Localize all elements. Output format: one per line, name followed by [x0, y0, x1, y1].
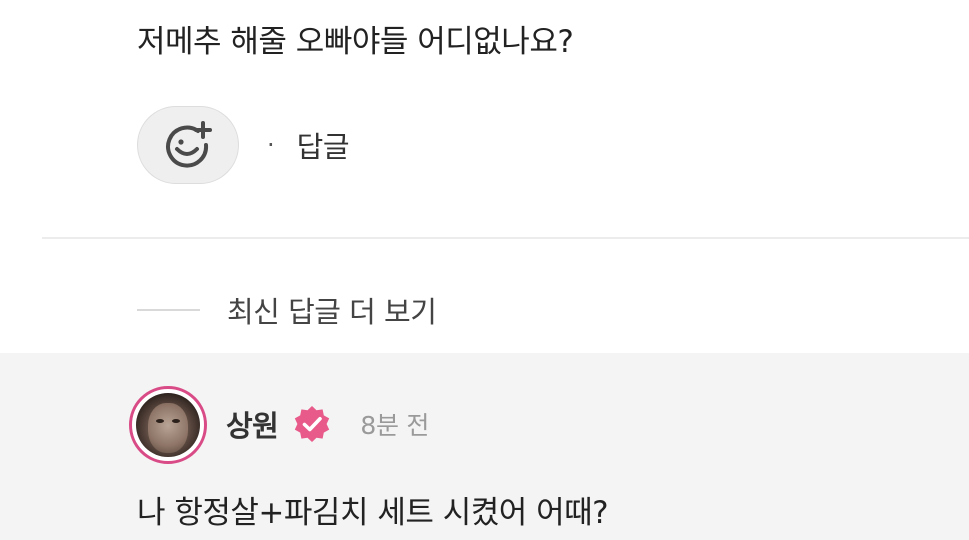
- author-name[interactable]: 상원: [226, 403, 279, 445]
- reply-button[interactable]: 답글: [297, 124, 350, 166]
- more-replies-label: 최신 답글 더 보기: [227, 295, 437, 329]
- add-reaction-button[interactable]: [137, 106, 239, 184]
- reply-text: 나 항정살+파김치 세트 시켰어 어때?: [137, 495, 609, 531]
- separator-dot: ·: [267, 131, 275, 159]
- more-replies-line: [137, 309, 200, 311]
- divider: [42, 237, 969, 239]
- add-emoji-icon: [166, 121, 212, 168]
- verified-badge-icon: [292, 404, 332, 444]
- comment: 저메추 해줄 오빠야들 어디없나요? · 답글: [0, 0, 969, 240]
- reply-header: 상원 8분 전: [226, 403, 429, 445]
- comment-thread: 저메추 해줄 오빠야들 어디없나요? · 답글 최신 답글 더 보기 상원 8분…: [0, 0, 969, 540]
- comment-text: 저메추 해줄 오빠야들 어디없나요?: [137, 24, 574, 60]
- reply: 상원 8분 전 나 항정살+파김치 세트 시켰어 어때?: [0, 353, 969, 540]
- avatar-image: [136, 393, 200, 457]
- avatar[interactable]: [129, 386, 207, 464]
- timestamp: 8분 전: [360, 411, 430, 440]
- comment-actions: · 답글: [137, 106, 350, 184]
- view-more-replies-button[interactable]: 최신 답글 더 보기: [137, 289, 437, 331]
